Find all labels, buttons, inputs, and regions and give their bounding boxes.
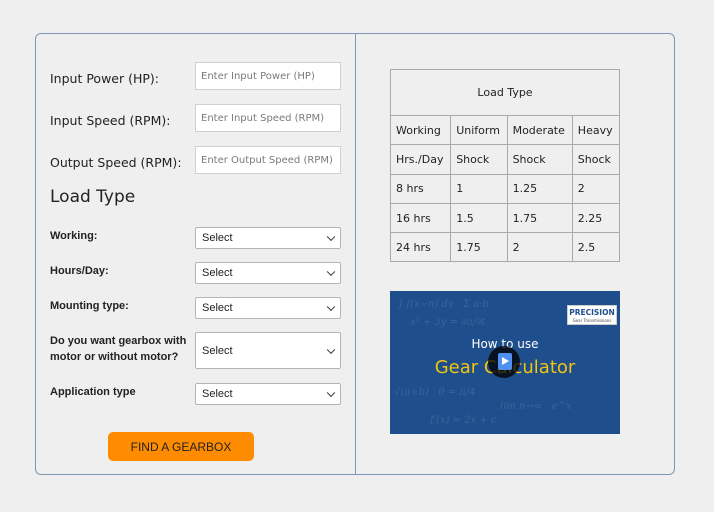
table-cell: Shock (450, 144, 508, 175)
chevron-down-icon (326, 267, 336, 277)
math-scribble: f′(x) = 2x + c (430, 415, 497, 426)
chevron-down-icon (326, 302, 336, 312)
working-select-value: Select (202, 232, 233, 244)
application-type-label: Application type (50, 386, 136, 398)
math-scribble: ∫ f(x−n) dx Σ a·b (398, 299, 489, 310)
application-type-select-value: Select (202, 388, 233, 400)
output-speed-label: Output Speed (RPM): (50, 155, 182, 170)
chevron-down-icon (326, 388, 336, 398)
load-table-title: Load Type (390, 69, 620, 116)
logo-text: PRECISION (569, 308, 615, 317)
table-row: 24 hrs 1.75 2 2.5 (389, 232, 621, 263)
motor-option-label: Do you want gearbox with motor or withou… (50, 335, 187, 363)
table-cell: 1.75 (450, 232, 508, 263)
table-cell: 1 (450, 173, 508, 204)
working-select[interactable]: Select (195, 227, 341, 249)
working-label: Working: (50, 230, 98, 242)
hours-day-select-value: Select (202, 267, 233, 279)
mounting-type-select[interactable]: Select (195, 297, 341, 319)
table-cell: 8 hrs (389, 173, 452, 204)
table-cell: Working (389, 114, 452, 146)
table-cell: Hrs./Day (389, 144, 452, 175)
table-cell: 1.25 (506, 173, 573, 204)
precision-logo: PRECISION Gear Transmissions (567, 305, 617, 325)
application-type-select[interactable]: Select (195, 383, 341, 405)
chevron-down-icon (326, 232, 336, 242)
input-power-field[interactable] (195, 62, 341, 90)
table-cell: 2.5 (571, 232, 621, 263)
table-cell: 2 (571, 173, 621, 204)
motor-option-select-value: Select (202, 344, 233, 357)
mounting-type-select-value: Select (202, 302, 233, 314)
table-cell: 1.75 (506, 202, 573, 234)
input-speed-field[interactable] (195, 104, 341, 132)
table-cell: 24 hrs (389, 232, 452, 263)
hours-day-label: Hours/Day: (50, 265, 109, 277)
table-row: Hrs./Day Shock Shock Shock (389, 144, 621, 175)
panel-divider (355, 34, 356, 474)
table-cell: 1.5 (450, 202, 508, 234)
load-type-table: Load Type Working Uniform Moderate Heavy… (389, 69, 621, 263)
output-speed-field[interactable] (195, 146, 341, 174)
table-cell: Heavy (571, 114, 621, 146)
hours-day-select[interactable]: Select (195, 262, 341, 284)
play-button[interactable] (488, 346, 520, 378)
table-cell: Shock (506, 144, 573, 175)
input-speed-label: Input Speed (RPM): (50, 113, 171, 128)
find-gearbox-button[interactable]: FIND A GEARBOX (108, 432, 254, 461)
math-scribble: x² + 3y = ∂u/∂t (410, 317, 486, 328)
logo-subtext: Gear Transmissions (572, 318, 612, 323)
table-cell: 2 (506, 232, 573, 263)
calculator-panel: Input Power (HP): Input Speed (RPM): Out… (35, 33, 675, 475)
math-scribble: lim n→∞ e^x (500, 401, 572, 412)
table-cell: 16 hrs (389, 202, 452, 234)
video-thumbnail[interactable]: ∫ f(x−n) dx Σ a·b x² + 3y = ∂u/∂t √(a+b)… (390, 291, 620, 434)
input-power-label: Input Power (HP): (50, 71, 160, 86)
table-row: 8 hrs 1 1.25 2 (389, 173, 621, 204)
table-cell: 2.25 (571, 202, 621, 234)
play-icon (498, 353, 512, 370)
math-scribble: √(a+b) θ = π/4 (394, 387, 476, 398)
table-cell: Moderate (506, 114, 573, 146)
mounting-type-label: Mounting type: (50, 300, 129, 312)
load-type-heading: Load Type (50, 187, 136, 207)
chevron-down-icon (326, 345, 336, 354)
table-row: Working Uniform Moderate Heavy (389, 114, 621, 146)
motor-option-select[interactable]: Select (195, 332, 341, 369)
table-row: 16 hrs 1.5 1.75 2.25 (389, 202, 621, 234)
table-cell: Shock (571, 144, 621, 175)
table-cell: Uniform (450, 114, 508, 146)
